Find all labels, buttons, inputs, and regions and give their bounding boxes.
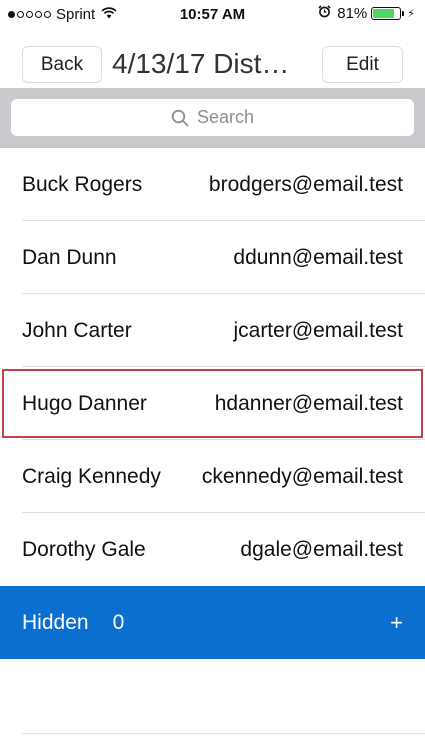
hidden-section-bar[interactable]: Hidden 0 +: [0, 586, 425, 659]
contact-email: brodgers@email.test: [208, 172, 403, 196]
nav-header: Back 4/13/17 Dist… Edit: [0, 30, 425, 88]
hidden-label: Hidden: [22, 610, 89, 634]
contact-email: ddunn@email.test: [233, 245, 403, 269]
contact-email: dgale@email.test: [240, 537, 403, 561]
battery-fill: [373, 9, 395, 18]
battery-icon: [371, 7, 402, 20]
search-input[interactable]: Search: [11, 99, 414, 136]
search-icon: [171, 109, 189, 127]
contact-name: Dorothy Gale: [22, 537, 146, 561]
contact-name: Hugo Danner: [22, 391, 147, 415]
page-title: 4/13/17 Dist…: [112, 48, 290, 79]
contact-name: Dan Dunn: [22, 245, 117, 269]
alarm-icon: [318, 5, 331, 22]
contact-list: Buck Rogers brodgers@email.test Dan Dunn…: [0, 148, 425, 586]
contact-email: ckennedy@email.test: [201, 464, 403, 488]
contact-row-highlighted[interactable]: Hugo Danner hdanner@email.test: [0, 367, 425, 440]
contact-row[interactable]: John Carter jcarter@email.test: [0, 294, 425, 367]
back-button[interactable]: Back: [22, 46, 102, 83]
contact-row[interactable]: Buck Rogers brodgers@email.test: [0, 148, 425, 221]
bottom-divider: [22, 733, 425, 734]
contact-name: Buck Rogers: [22, 172, 143, 196]
charging-bolt-icon: ⚡︎: [407, 8, 415, 20]
search-bar: Search: [0, 88, 425, 148]
status-bar: Sprint 10:57 AM 81% ⚡︎: [0, 0, 425, 30]
contact-row[interactable]: Dorothy Gale dgale@email.test: [0, 513, 425, 586]
contact-email: jcarter@email.test: [233, 318, 403, 342]
contact-row[interactable]: Dan Dunn ddunn@email.test: [0, 221, 425, 294]
search-placeholder: Search: [196, 107, 255, 127]
contact-row[interactable]: Craig Kennedy ckennedy@email.test: [0, 440, 425, 513]
status-right: 81% ⚡︎: [318, 5, 415, 22]
battery-percent: 81%: [337, 5, 368, 22]
add-button[interactable]: +: [390, 610, 403, 636]
contact-name: Craig Kennedy: [22, 464, 161, 488]
battery-tip: [402, 11, 405, 16]
edit-button[interactable]: Edit: [322, 46, 403, 83]
hidden-count: 0: [112, 610, 125, 634]
contact-name: John Carter: [22, 318, 132, 342]
contact-email: hdanner@email.test: [214, 391, 403, 415]
